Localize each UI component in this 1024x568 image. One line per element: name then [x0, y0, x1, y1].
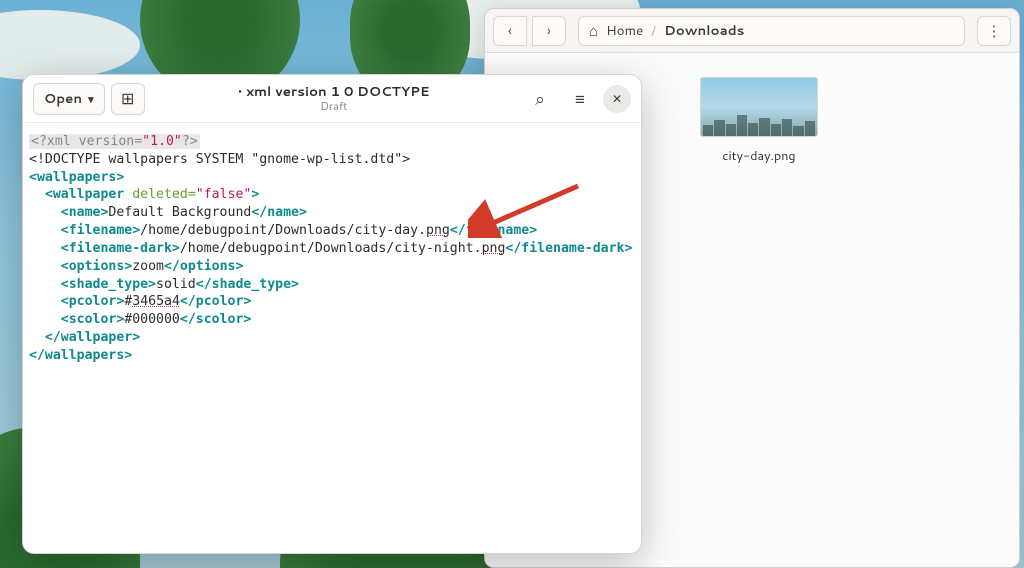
breadcrumb-separator: /: [651, 21, 656, 40]
document-subtitle: Draft: [151, 100, 517, 112]
nav-back-button[interactable]: ‹: [493, 16, 527, 46]
search-button[interactable]: ⌕: [523, 83, 557, 115]
dropdown-icon: ▾: [88, 91, 94, 107]
search-icon: ⌕: [535, 87, 545, 111]
breadcrumb-current[interactable]: Downloads: [664, 21, 744, 40]
hamburger-icon: ≡: [575, 87, 585, 111]
editor-title: • xml version 1 0 DOCTYPE Draft: [151, 85, 517, 112]
home-icon: ⌂: [589, 20, 598, 41]
file-label[interactable]: city-day.png: [714, 145, 803, 167]
close-button[interactable]: ✕: [603, 85, 631, 113]
wallpapers-close-tag: </wallpapers>: [29, 348, 132, 363]
plus-icon: ⊞: [121, 87, 134, 110]
kebab-menu-button[interactable]: ⋮: [977, 16, 1011, 46]
close-icon: ✕: [612, 90, 622, 107]
wallpapers-open-tag: <wallpapers>: [29, 170, 124, 185]
text-editor-window: Open ▾ ⊞ • xml version 1 0 DOCTYPE Draft…: [22, 74, 642, 554]
doctype-line: <!DOCTYPE wallpapers SYSTEM "gnome-wp-li…: [29, 152, 410, 167]
chevron-left-icon: ‹: [508, 20, 512, 41]
breadcrumb[interactable]: ⌂ Home / Downloads: [578, 16, 965, 46]
editor-header: Open ▾ ⊞ • xml version 1 0 DOCTYPE Draft…: [23, 75, 641, 123]
new-tab-button[interactable]: ⊞: [111, 83, 145, 115]
code-editor[interactable]: <?xml version="1.0"?> <!DOCTYPE wallpape…: [23, 123, 641, 553]
files-header: ‹ › ⌂ Home / Downloads ⋮: [485, 9, 1019, 53]
kebab-icon: ⋮: [987, 20, 1002, 41]
file-item[interactable]: city-day.png: [689, 77, 829, 167]
chevron-right-icon: ›: [547, 20, 551, 41]
file-thumbnail: [700, 77, 818, 137]
breadcrumb-home[interactable]: Home: [606, 21, 643, 40]
hamburger-menu-button[interactable]: ≡: [563, 83, 597, 115]
open-button-label: Open: [44, 89, 82, 108]
open-button[interactable]: Open ▾: [33, 83, 105, 115]
nav-forward-button[interactable]: ›: [532, 16, 566, 46]
wallpaper-close-tag: </wallpaper>: [45, 330, 140, 345]
